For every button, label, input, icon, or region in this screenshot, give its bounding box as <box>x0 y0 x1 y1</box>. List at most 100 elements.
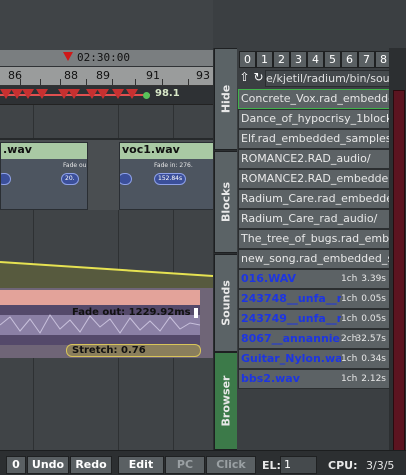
file-name: 243749__unfa__metro <box>241 312 341 325</box>
clip-fade-label: Fade in: 276. <box>154 162 193 169</box>
ruler-number: 91 <box>146 69 160 82</box>
folder-item[interactable]: Radium_Care.rad_embedded_s <box>238 189 389 209</box>
up-arrow-icon[interactable]: ⇧ <box>238 70 251 85</box>
undo-button[interactable]: Undo <box>27 456 69 474</box>
clip-header[interactable] <box>0 290 200 305</box>
file-channels: 1ch <box>341 374 358 384</box>
automation-node-icon[interactable] <box>126 89 138 99</box>
tab-browser[interactable]: Browser <box>214 352 238 450</box>
folder-item[interactable]: new_song.rad_embedded_sam <box>238 249 389 269</box>
el-field[interactable]: 1 <box>280 456 317 474</box>
folder-name: Concrete_Vox.rad_embedded <box>241 92 389 105</box>
folder-item[interactable]: ROMANCE2.RAD_audio/ <box>238 149 389 169</box>
gain-value: 98.1 <box>155 88 180 99</box>
bookmark-button-3[interactable]: 3 <box>290 51 307 68</box>
file-duration: 0.34s <box>361 354 386 364</box>
folder-item[interactable]: ROMANCE2.RAD_embedded_ <box>238 169 389 189</box>
file-duration: 32.57s <box>355 334 386 344</box>
clip-name: .wav <box>1 143 87 159</box>
file-duration: 2.12s <box>361 374 386 384</box>
side-tab-bar: Hide Blocks Sounds Browser <box>213 48 238 450</box>
audio-clip[interactable]: .wav Fade ou 20. <box>0 142 88 210</box>
ruler-tick <box>60 79 61 85</box>
edit-button[interactable]: Edit <box>118 456 164 474</box>
file-channels: 1ch <box>341 314 358 324</box>
file-duration: 3.39s <box>361 274 386 284</box>
tab-hide[interactable]: Hide <box>214 48 238 150</box>
folder-name: ROMANCE2.RAD_audio/ <box>241 152 371 165</box>
audio-track[interactable]: .wav Fade ou 20. voc1.wav Fade in: 276. … <box>0 140 213 210</box>
path-field[interactable]: e/kjetil/radium/bin/sounds <box>265 70 389 87</box>
sound-file-item[interactable]: bbs2.wav 1ch 2.12s <box>238 369 389 389</box>
gain-dot-icon[interactable] <box>143 92 150 99</box>
tab-label: Hide <box>219 84 233 114</box>
folder-name: Radium_Care.rad_embedded_s <box>241 192 389 205</box>
folder-item[interactable]: Elf.rad_embedded_samples/ <box>238 129 389 149</box>
bookmark-buttons: 0 1 2 3 4 5 6 7 8 <box>237 48 389 68</box>
bookmark-button-2[interactable]: 2 <box>273 51 290 68</box>
automation-row[interactable]: 98.1 <box>0 86 213 105</box>
ruler-tick <box>162 79 163 85</box>
ruler-number: 88 <box>64 69 78 82</box>
folder-name: Elf.rad_embedded_samples/ <box>241 132 389 145</box>
folder-item[interactable]: Dance_of_hypocrisy_1block.rad <box>238 109 389 129</box>
refresh-icon[interactable]: ↻ <box>252 70 265 85</box>
audio-track[interactable]: Fade out: 1229.92ms Stretch: 0.76 <box>0 288 213 358</box>
folder-name: Dance_of_hypocrisy_1block.rad <box>241 112 389 125</box>
folder-name: Radium_Care_rad_audio/ <box>241 212 378 225</box>
redo-button[interactable]: Redo <box>70 456 112 474</box>
folder-name: The_tree_of_bugs.rad_embedd <box>241 232 389 245</box>
tab-sounds[interactable]: Sounds <box>214 254 238 352</box>
file-name: Guitar_Nylon.wav <box>241 352 341 365</box>
playhead-marker-icon[interactable] <box>63 52 73 61</box>
folder-name: ROMANCE2.RAD_embedded_ <box>241 172 389 185</box>
clip-stretch-label[interactable]: 152.84s <box>154 173 187 185</box>
bookmark-button-4[interactable]: 4 <box>307 51 324 68</box>
sound-file-item[interactable]: 243749__unfa__metro1ch0.05s <box>238 309 389 329</box>
bookmark-button-8[interactable]: 8 <box>375 51 389 68</box>
stretch-handle[interactable]: Stretch: 0.76 <box>66 344 201 357</box>
folder-item[interactable]: Concrete_Vox.rad_embedded <box>238 89 389 109</box>
folder-item[interactable]: Radium_Care_rad_audio/ <box>238 209 389 229</box>
path-row: ⇧ ↻ e/kjetil/radium/bin/sounds <box>237 69 389 87</box>
ruler-number: 93 <box>196 69 210 82</box>
clip-stretch-label[interactable]: 20. <box>61 173 79 185</box>
sound-file-item[interactable]: 8067__annannienann2ch32.57s <box>238 329 389 349</box>
sound-file-item[interactable]: 243748__unfa__metro1ch0.05s <box>238 289 389 309</box>
audio-clip[interactable]: voc1.wav Fade in: 276. 152.84s <box>119 142 213 210</box>
ruler-tick <box>188 79 189 85</box>
time-display: 02:30:00 <box>77 51 130 64</box>
automation-node-icon[interactable] <box>68 89 80 99</box>
timeline-bar[interactable]: 02:30:00 <box>0 50 213 67</box>
bookmark-button-0[interactable]: 0 <box>239 51 256 68</box>
file-duration: 0.05s <box>361 294 386 304</box>
bookmark-button-6[interactable]: 6 <box>341 51 358 68</box>
bookmark-button-7[interactable]: 7 <box>358 51 375 68</box>
bar-ruler[interactable]: 86 88 89 91 93 <box>0 67 213 86</box>
file-duration: 0.05s <box>361 314 386 324</box>
ruler-tick <box>135 79 136 85</box>
click-button[interactable]: Click <box>206 456 256 474</box>
folder-item[interactable]: The_tree_of_bugs.rad_embedd <box>238 229 389 249</box>
envelope-line[interactable] <box>0 258 213 288</box>
bookmark-button-5[interactable]: 5 <box>324 51 341 68</box>
sequencer-editor[interactable]: 02:30:00 86 88 89 91 93 98.1 .wav Fade o… <box>0 0 213 450</box>
clip-stretch-handle[interactable] <box>1 173 11 185</box>
pc-button[interactable]: PC <box>165 456 205 474</box>
bookmark-button-1[interactable]: 1 <box>256 51 273 68</box>
tab-label: Sounds <box>219 280 233 326</box>
automation-node-icon[interactable] <box>36 89 48 99</box>
ruler-tick <box>20 79 21 85</box>
ruler-number: 89 <box>96 69 110 82</box>
tab-blocks[interactable]: Blocks <box>214 151 238 253</box>
right-strip <box>389 48 406 452</box>
automation-node-icon[interactable] <box>97 89 109 99</box>
zero-button[interactable]: 0 <box>6 456 26 474</box>
fade-handle[interactable] <box>194 308 198 318</box>
sound-file-item[interactable]: 016.WAV 1ch 3.39s <box>238 269 389 289</box>
sound-file-item[interactable]: Guitar_Nylon.wav 1ch 0.34s <box>238 349 389 369</box>
automation-node-icon[interactable] <box>112 89 124 99</box>
clip-stretch-handle[interactable] <box>120 173 132 185</box>
clip-fade-label: Fade ou <box>63 162 87 169</box>
automation-node-icon[interactable] <box>22 89 34 99</box>
